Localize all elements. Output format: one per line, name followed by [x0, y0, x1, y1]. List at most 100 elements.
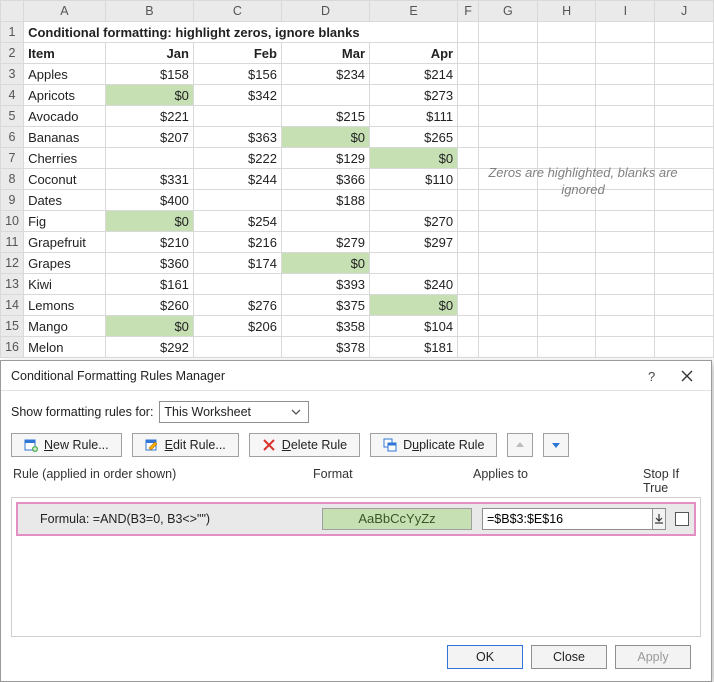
cell[interactable]: $158: [105, 64, 193, 85]
cell[interactable]: [537, 337, 596, 358]
cell[interactable]: $111: [370, 106, 458, 127]
grid[interactable]: ABCDEFGHIJ 1Conditional formatting: high…: [0, 0, 714, 358]
cell[interactable]: [537, 85, 596, 106]
cell[interactable]: [479, 211, 538, 232]
cell[interactable]: $297: [370, 232, 458, 253]
cell[interactable]: [479, 43, 538, 64]
cell[interactable]: $161: [105, 274, 193, 295]
cell[interactable]: [537, 295, 596, 316]
cell[interactable]: [537, 190, 596, 211]
cell[interactable]: [655, 148, 714, 169]
close-icon[interactable]: [669, 363, 705, 389]
cell[interactable]: [458, 127, 479, 148]
cell[interactable]: Item: [24, 43, 106, 64]
cell[interactable]: [479, 127, 538, 148]
cell[interactable]: [479, 169, 538, 190]
column-header[interactable]: I: [596, 1, 655, 22]
cell[interactable]: $156: [193, 64, 281, 85]
cell[interactable]: [193, 274, 281, 295]
cell[interactable]: [458, 64, 479, 85]
cell[interactable]: $273: [370, 85, 458, 106]
row-header[interactable]: 7: [1, 148, 24, 169]
cell[interactable]: [596, 106, 655, 127]
cell[interactable]: [458, 43, 479, 64]
cell[interactable]: [596, 22, 655, 43]
cell[interactable]: $0: [370, 295, 458, 316]
cell[interactable]: [655, 127, 714, 148]
cell[interactable]: [537, 22, 596, 43]
cell[interactable]: [479, 253, 538, 274]
column-header[interactable]: J: [655, 1, 714, 22]
close-button[interactable]: Close: [531, 645, 607, 669]
cell[interactable]: [458, 253, 479, 274]
cell[interactable]: Avocado: [24, 106, 106, 127]
cell[interactable]: $0: [281, 253, 369, 274]
cell[interactable]: [655, 64, 714, 85]
cell[interactable]: [479, 295, 538, 316]
cell[interactable]: $244: [193, 169, 281, 190]
row-header[interactable]: 4: [1, 85, 24, 106]
apply-button[interactable]: Apply: [615, 645, 691, 669]
title-cell[interactable]: Conditional formatting: highlight zeros,…: [24, 22, 458, 43]
cell[interactable]: $216: [193, 232, 281, 253]
cell[interactable]: [458, 22, 479, 43]
cell[interactable]: Grapefruit: [24, 232, 106, 253]
show-rules-select[interactable]: This Worksheet: [159, 401, 309, 423]
cell[interactable]: [479, 190, 538, 211]
cell[interactable]: [596, 169, 655, 190]
cell[interactable]: [479, 316, 538, 337]
row-header[interactable]: 13: [1, 274, 24, 295]
cell[interactable]: $221: [105, 106, 193, 127]
cell[interactable]: [458, 85, 479, 106]
delete-rule-button[interactable]: Delete Rule: [249, 433, 360, 457]
column-header[interactable]: B: [105, 1, 193, 22]
cell[interactable]: $188: [281, 190, 369, 211]
cell[interactable]: $129: [281, 148, 369, 169]
cell[interactable]: Mango: [24, 316, 106, 337]
cell[interactable]: [596, 253, 655, 274]
cell[interactable]: [655, 232, 714, 253]
cell[interactable]: [596, 148, 655, 169]
cell[interactable]: $181: [370, 337, 458, 358]
cell[interactable]: $240: [370, 274, 458, 295]
cell[interactable]: [458, 190, 479, 211]
cell[interactable]: $214: [370, 64, 458, 85]
cell[interactable]: [655, 169, 714, 190]
cell[interactable]: $0: [370, 148, 458, 169]
new-rule-button[interactable]: New Rule...: [11, 433, 122, 457]
cell[interactable]: $358: [281, 316, 369, 337]
cell[interactable]: [458, 211, 479, 232]
cell[interactable]: [655, 274, 714, 295]
cell[interactable]: [281, 211, 369, 232]
cell[interactable]: Dates: [24, 190, 106, 211]
duplicate-rule-button[interactable]: Duplicate Rule: [370, 433, 497, 457]
cell[interactable]: [655, 211, 714, 232]
row-header[interactable]: 15: [1, 316, 24, 337]
column-header[interactable]: G: [479, 1, 538, 22]
cell[interactable]: [105, 148, 193, 169]
cell[interactable]: [537, 169, 596, 190]
cell[interactable]: [655, 253, 714, 274]
cell[interactable]: [479, 232, 538, 253]
cell[interactable]: [537, 316, 596, 337]
cell[interactable]: $363: [193, 127, 281, 148]
column-header[interactable]: E: [370, 1, 458, 22]
cell[interactable]: [479, 64, 538, 85]
cell[interactable]: $260: [105, 295, 193, 316]
cell[interactable]: [479, 85, 538, 106]
cell[interactable]: $0: [105, 316, 193, 337]
cell[interactable]: Melon: [24, 337, 106, 358]
cell[interactable]: [596, 64, 655, 85]
cell[interactable]: $222: [193, 148, 281, 169]
cell[interactable]: $254: [193, 211, 281, 232]
cell[interactable]: [537, 127, 596, 148]
cell[interactable]: Mar: [281, 43, 369, 64]
cell[interactable]: [458, 106, 479, 127]
move-up-button[interactable]: [507, 433, 533, 457]
row-header[interactable]: 6: [1, 127, 24, 148]
cell[interactable]: [655, 106, 714, 127]
cell[interactable]: $265: [370, 127, 458, 148]
cell[interactable]: $276: [193, 295, 281, 316]
cell[interactable]: [655, 190, 714, 211]
cell[interactable]: [537, 64, 596, 85]
